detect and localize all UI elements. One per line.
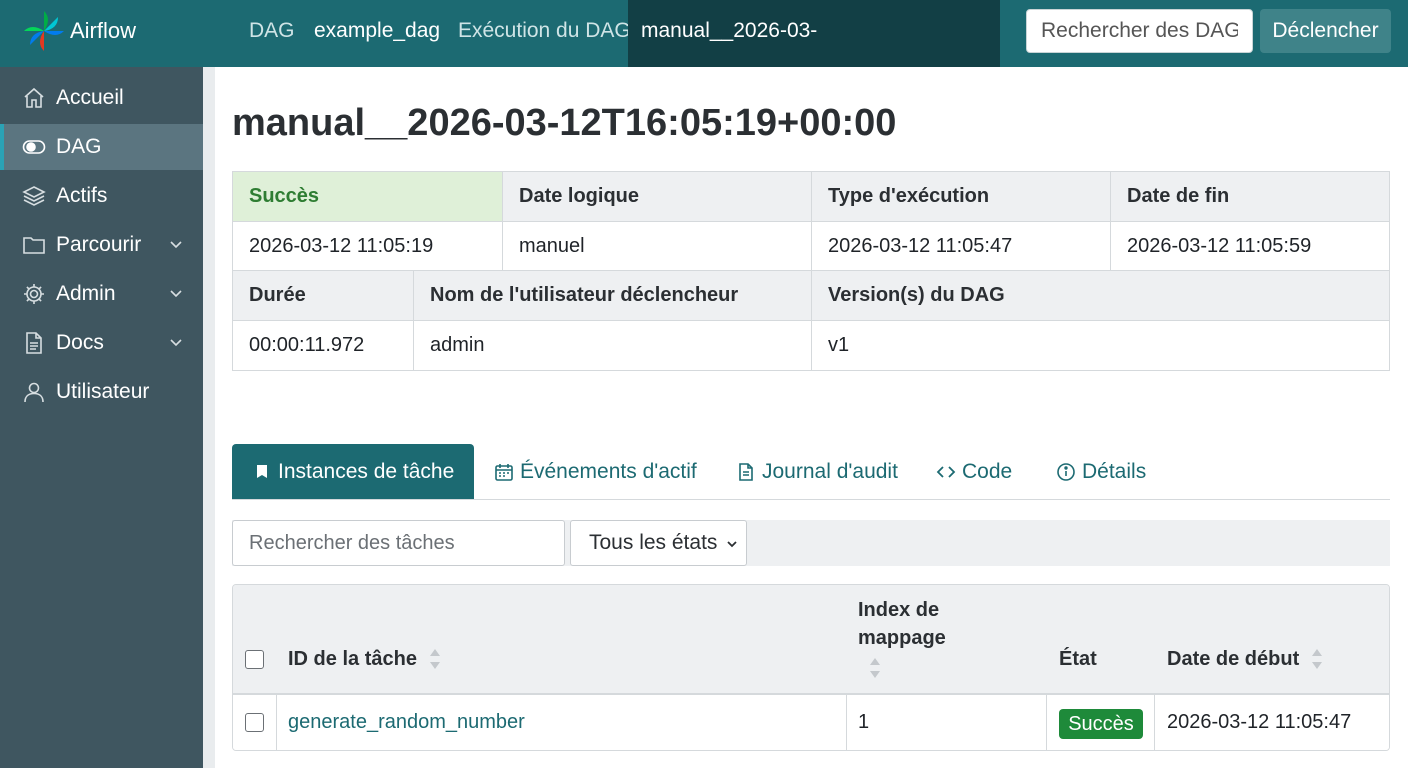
- status-label: Succès: [233, 172, 503, 222]
- duration-label: Durée: [233, 271, 414, 321]
- sidebar-item-assets[interactable]: Actifs: [0, 173, 203, 219]
- sidebar-divider: [203, 67, 215, 768]
- end-date-value: 2026-03-12 11:05:59: [1111, 222, 1389, 271]
- run-tabs: Instances de tâche Événements d'actif Jo…: [232, 444, 1390, 500]
- task-search-input[interactable]: [232, 520, 565, 566]
- breadcrumb-dag[interactable]: DAG: [249, 0, 295, 67]
- triggering-user-label: Nom de l'utilisateur déclencheur: [414, 271, 812, 321]
- top-navbar: Airflow DAG example_dag Exécution du DAG…: [0, 0, 1408, 104]
- duration-value: 00:00:11.972: [233, 321, 414, 370]
- user-icon: [21, 379, 47, 405]
- breadcrumb-dag-name[interactable]: example_dag: [314, 0, 440, 67]
- sidebar-item-label: Parcourir: [56, 233, 142, 256]
- start-date-value: 2026-03-12 11:05:47: [1167, 711, 1352, 733]
- folder-icon: [21, 232, 47, 258]
- column-map-index[interactable]: Index de mappage: [858, 596, 978, 652]
- chevron-down-icon: [727, 541, 737, 548]
- sort-icon[interactable]: [429, 647, 441, 671]
- dag-versions-label: Version(s) du DAG: [812, 271, 1389, 321]
- tab-asset-events[interactable]: Événements d'actif: [494, 444, 697, 499]
- tab-details[interactable]: Détails: [1056, 444, 1146, 499]
- document-icon: [21, 330, 47, 356]
- column-start-date[interactable]: Date de début: [1167, 645, 1299, 673]
- sidebar-item-label: Utilisateur: [56, 380, 150, 403]
- airflow-logo[interactable]: Airflow: [22, 8, 136, 54]
- trigger-dag-button[interactable]: Déclencher: [1260, 9, 1391, 53]
- sidebar-item-label: Actifs: [56, 184, 108, 207]
- tab-label: Événements d'actif: [520, 459, 697, 483]
- breadcrumb-dag-run[interactable]: Exécution du DAG: [458, 0, 631, 67]
- calendar-icon: [495, 463, 513, 481]
- sidebar-item-label: Accueil: [56, 86, 124, 109]
- status-badge: Succès: [1059, 709, 1143, 739]
- tab-label: Instances de tâche: [278, 459, 455, 483]
- tab-label: Code: [962, 459, 1013, 483]
- map-index-value: 1: [858, 711, 870, 733]
- row-checkbox[interactable]: [245, 713, 264, 732]
- breadcrumb-run-id[interactable]: manual__2026-03-12T16:05:19+00:00: [628, 0, 1000, 104]
- sort-icon[interactable]: [869, 656, 881, 680]
- select-all-checkbox[interactable]: [245, 650, 264, 669]
- run-type-label: Type d'exécution: [812, 172, 1111, 222]
- tab-label: Détails: [1082, 459, 1147, 483]
- logical-date-value: 2026-03-12 11:05:47: [812, 222, 1111, 271]
- sidebar-item-docs[interactable]: Docs: [0, 320, 203, 366]
- run-type-value: manuel: [503, 222, 812, 271]
- sidebar: Accueil DAG Actifs Parcourir Admin Docs: [0, 67, 203, 768]
- start-date-value: 2026-03-12 11:05:19: [233, 222, 503, 271]
- tab-code[interactable]: Code: [936, 444, 1012, 499]
- document-icon: [739, 462, 753, 481]
- logical-date-label: Date logique: [503, 172, 812, 222]
- info-icon: [1057, 462, 1075, 481]
- column-divider: [1046, 695, 1047, 750]
- triggering-user-value: admin: [414, 321, 812, 370]
- tab-label: Journal d'audit: [762, 459, 898, 483]
- sidebar-item-label: DAG: [56, 135, 102, 158]
- chevron-down-icon: [170, 339, 182, 347]
- sidebar-item-dag[interactable]: DAG: [0, 124, 203, 170]
- task-icon: [257, 464, 267, 478]
- dag-versions-value: v1: [812, 321, 1389, 370]
- sidebar-item-label: Admin: [56, 282, 116, 305]
- page-title: manual__2026-03-12T16:05:19+00:00: [232, 102, 897, 144]
- state-filter-value: Tous les états: [589, 531, 718, 554]
- state-filter-select[interactable]: Tous les états: [570, 520, 747, 566]
- gear-icon: [21, 281, 47, 307]
- chevron-down-icon: [170, 241, 182, 249]
- sidebar-item-label: Docs: [56, 331, 104, 354]
- home-icon: [21, 85, 47, 111]
- sidebar-item-home[interactable]: Accueil: [0, 75, 203, 121]
- tab-task-instances[interactable]: Instances de tâche: [232, 444, 475, 499]
- column-divider: [276, 695, 277, 750]
- column-task-id[interactable]: ID de la tâche: [288, 645, 417, 673]
- task-id-link[interactable]: generate_random_number: [288, 711, 525, 734]
- run-summary-table: Succès Date logique Type d'exécution Dat…: [232, 171, 1390, 371]
- task-instances-table: ID de la tâche Index de mappage État Dat…: [232, 584, 1390, 751]
- column-divider: [846, 695, 847, 750]
- app-name: Airflow: [70, 18, 137, 43]
- end-date-label: Date de fin: [1111, 172, 1389, 222]
- tab-audit-log[interactable]: Journal d'audit: [736, 444, 898, 499]
- toggle-icon: [21, 134, 47, 160]
- table-header: ID de la tâche Index de mappage État Dat…: [233, 585, 1389, 695]
- sidebar-item-browse[interactable]: Parcourir: [0, 222, 203, 268]
- dag-search-input[interactable]: [1026, 9, 1253, 53]
- layers-icon: [21, 183, 47, 209]
- chevron-down-icon: [170, 290, 182, 298]
- code-icon: [936, 465, 956, 478]
- airflow-logo-icon: [24, 11, 64, 51]
- sidebar-item-user[interactable]: Utilisateur: [0, 369, 203, 415]
- column-state[interactable]: État: [1059, 645, 1097, 673]
- column-divider: [1154, 695, 1155, 750]
- sort-icon[interactable]: [1311, 647, 1323, 671]
- sidebar-item-admin[interactable]: Admin: [0, 271, 203, 317]
